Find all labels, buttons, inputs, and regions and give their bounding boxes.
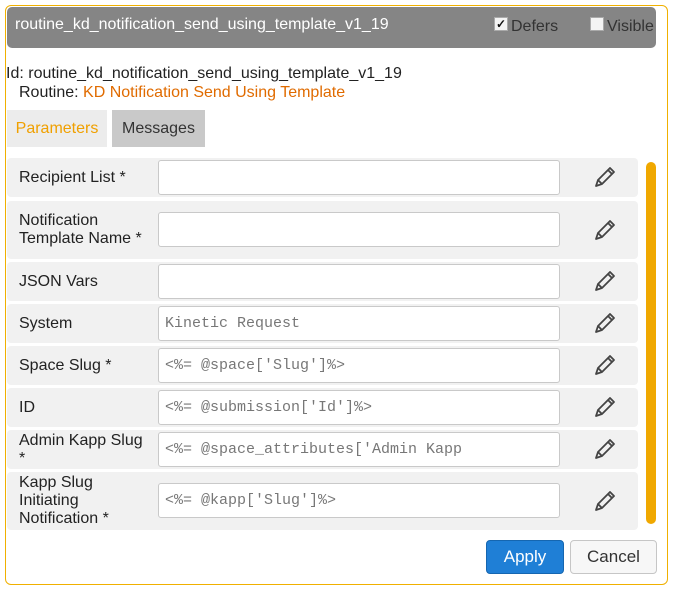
parameter-label: System: [19, 314, 73, 332]
dialog-title: routine_kd_notification_send_using_templ…: [15, 16, 389, 33]
parameter-row: Space Slug * <%= @space['Slug']%>: [7, 346, 638, 385]
tab-parameters[interactable]: Parameters: [7, 110, 107, 147]
parameter-label: JSON Vars: [19, 272, 98, 290]
pencil-icon[interactable]: [591, 267, 619, 295]
parameter-label: ID: [19, 398, 35, 416]
parameter-row: Kapp Slug Initiating Notification * <%= …: [7, 472, 638, 530]
parameter-input[interactable]: [158, 212, 560, 247]
parameter-row: Recipient List *: [7, 158, 638, 197]
pencil-icon[interactable]: [591, 351, 619, 379]
cancel-button[interactable]: Cancel: [570, 540, 657, 574]
parameter-input[interactable]: [158, 160, 560, 195]
tab-messages[interactable]: Messages: [112, 110, 205, 147]
routine-line: Routine: KD Notification Send Using Temp…: [19, 84, 345, 102]
scrollbar[interactable]: [646, 162, 656, 524]
parameter-label: Admin Kapp Slug *: [19, 431, 143, 467]
parameter-input[interactable]: <%= @space['Slug']%>: [158, 348, 560, 383]
parameter-row: JSON Vars: [7, 262, 638, 301]
parameter-input[interactable]: <%= @submission['Id']%>: [158, 390, 560, 425]
pencil-icon[interactable]: [591, 216, 619, 244]
routine-prefix: Routine:: [19, 84, 79, 101]
parameter-label: Recipient List *: [19, 168, 126, 186]
visible-checkbox[interactable]: Visible: [590, 17, 654, 36]
parameter-row: ID <%= @submission['Id']%>: [7, 388, 638, 427]
parameter-list: Recipient List * Notification Template N…: [7, 151, 638, 531]
visible-label: Visible: [607, 18, 654, 35]
parameter-row: Admin Kapp Slug * <%= @space_attributes[…: [7, 430, 638, 469]
pencil-icon[interactable]: [591, 309, 619, 337]
parameter-input[interactable]: <%= @kapp['Slug']%>: [158, 483, 560, 518]
routine-link[interactable]: KD Notification Send Using Template: [83, 84, 345, 101]
parameter-label: Notification Template Name *: [19, 212, 142, 247]
pencil-icon[interactable]: [591, 487, 619, 515]
apply-button[interactable]: Apply: [486, 540, 564, 574]
parameter-row: Notification Template Name *: [7, 201, 638, 259]
pencil-icon[interactable]: [591, 163, 619, 191]
defers-label: Defers: [511, 18, 559, 35]
parameter-input[interactable]: Kinetic Request: [158, 306, 560, 341]
pencil-icon[interactable]: [591, 435, 619, 463]
visible-checkbox-box[interactable]: [590, 17, 604, 31]
scrollbar-thumb[interactable]: [646, 162, 656, 524]
parameter-input[interactable]: [158, 264, 560, 299]
parameter-row: System Kinetic Request: [7, 304, 638, 343]
pencil-icon[interactable]: [591, 393, 619, 421]
defers-checkbox[interactable]: ✓ Defers: [494, 17, 559, 36]
parameter-label: Space Slug *: [19, 356, 112, 374]
parameter-input[interactable]: <%= @space_attributes['Admin Kapp: [158, 432, 560, 467]
node-id: Id: routine_kd_notification_send_using_t…: [6, 65, 402, 82]
parameter-label: Kapp Slug Initiating Notification *: [19, 474, 109, 527]
title-bar: routine_kd_notification_send_using_templ…: [7, 7, 656, 48]
defers-checkbox-box[interactable]: ✓: [494, 17, 508, 31]
